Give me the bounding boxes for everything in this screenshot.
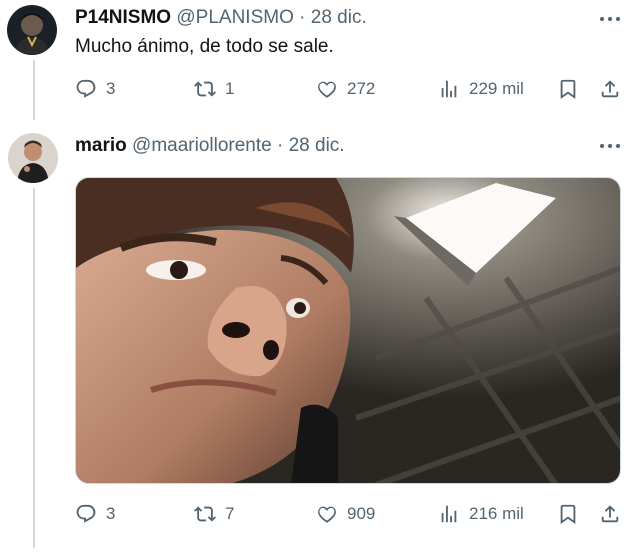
user-handle[interactable]: @PLANISMO (176, 7, 293, 28)
avatar[interactable] (8, 133, 58, 183)
share-icon (601, 80, 619, 98)
bookmark-button[interactable] (557, 502, 579, 526)
views-button[interactable]: 216 mil (438, 502, 524, 526)
tweet-actions: 3 7 909 216 mil (75, 502, 630, 526)
retweet-icon (194, 506, 216, 522)
heart-icon (318, 506, 336, 523)
avatar[interactable] (7, 5, 57, 55)
tweet-text: Mucho ánimo, de todo se sale. (75, 36, 334, 57)
reply-button[interactable]: 3 (75, 502, 115, 526)
share-button[interactable] (599, 77, 621, 101)
views-count: 229 mil (469, 79, 524, 98)
share-button[interactable] (599, 502, 621, 526)
thread-line (33, 60, 35, 120)
views-icon (441, 505, 457, 523)
bookmark-icon (560, 79, 576, 100)
heart-icon (318, 81, 336, 98)
like-button[interactable]: 909 (316, 502, 375, 526)
thread-line (33, 188, 35, 548)
tweet-time[interactable]: · 28 dic. (299, 7, 367, 28)
like-button[interactable]: 272 (316, 77, 375, 101)
bookmark-icon (560, 504, 576, 525)
bookmark-button[interactable] (557, 77, 579, 101)
share-icon (601, 505, 619, 523)
user-handle[interactable]: @maariollorente (132, 135, 272, 156)
reply-count: 3 (106, 504, 116, 523)
retweet-count: 7 (225, 504, 235, 523)
display-name[interactable]: mario (75, 135, 127, 156)
retweet-count: 1 (225, 79, 235, 98)
views-icon (441, 80, 457, 98)
retweet-button[interactable]: 7 (194, 502, 234, 526)
tweet-media-photo[interactable] (75, 177, 621, 484)
views-count: 216 mil (469, 504, 524, 523)
tweet-header: P14NISMO @PLANISMO · 28 dic. (75, 7, 367, 29)
display-name[interactable]: P14NISMO (75, 7, 171, 28)
retweet-button[interactable]: 1 (194, 77, 234, 101)
reply-icon (76, 504, 96, 523)
reply-icon (76, 79, 96, 98)
more-icon[interactable] (598, 139, 622, 153)
reply-button[interactable]: 3 (75, 77, 115, 101)
tweet-header: mario @maariollorente · 28 dic. (75, 135, 345, 157)
retweet-icon (194, 81, 216, 97)
tweet-time[interactable]: · 28 dic. (277, 135, 345, 156)
like-count: 272 (347, 79, 376, 98)
reply-count: 3 (106, 79, 116, 98)
tweet-actions: 3 1 272 229 mil (75, 77, 630, 101)
views-button[interactable]: 229 mil (438, 77, 524, 101)
like-count: 909 (347, 504, 376, 523)
more-icon[interactable] (598, 12, 622, 26)
